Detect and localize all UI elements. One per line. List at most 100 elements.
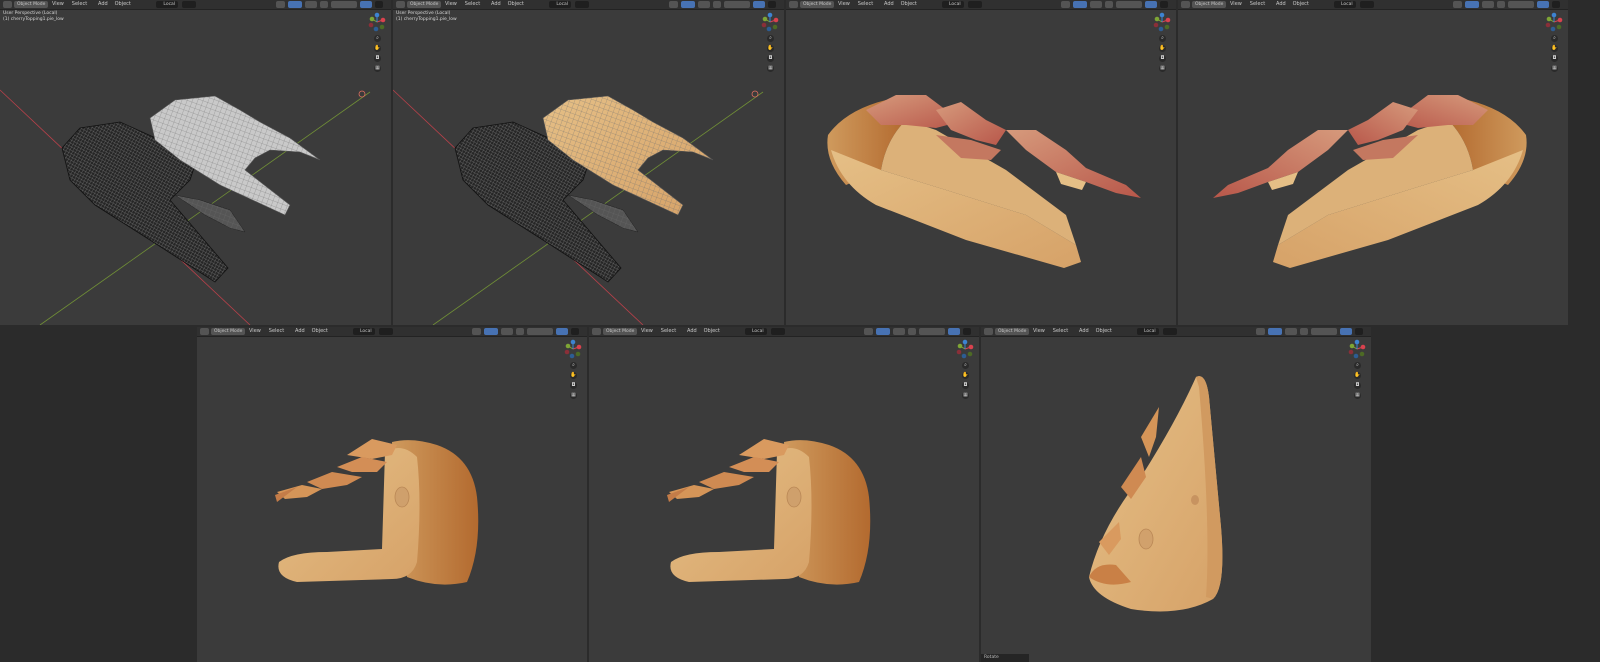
shading-options-icon[interactable] [360,1,372,8]
menu-object[interactable]: Object [1293,0,1309,9]
overlay-toggle-icon[interactable] [1285,328,1297,335]
scene-icon[interactable] [1355,328,1363,335]
menu-view[interactable]: View [1230,0,1242,9]
scene-icon[interactable] [963,328,971,335]
transform-orientation-select[interactable]: Local [942,1,964,8]
hand-pan-icon[interactable]: ✋ [1354,372,1361,379]
viewport-4[interactable]: Object Mode View Select Add Object Local ⌕ ✋ ◘ ▦ [1178,0,1568,325]
object-mode-select[interactable]: Object Mode [211,328,246,335]
editor-type-icon[interactable] [984,328,993,335]
menu-object[interactable]: Object [1096,327,1112,336]
gizmo-toggle-icon[interactable] [1073,1,1087,8]
menu-add[interactable]: Add [295,327,305,336]
menu-object[interactable]: Object [508,0,524,9]
menu-add[interactable]: Add [687,327,697,336]
grid-icon[interactable]: ▦ [1551,65,1558,72]
grid-icon[interactable]: ▦ [962,392,969,399]
transform-orientation-select[interactable]: Local [549,1,572,8]
object-mode-select[interactable]: Object Mode [603,328,638,335]
xray-toggle-icon[interactable] [516,328,524,335]
viewport-7[interactable]: Rotate Object Mode View Select Add Object Loca… [981,327,1371,662]
navigation-gizmo[interactable] [1544,12,1564,32]
navigation-gizmo[interactable] [563,339,583,359]
shading-solid-icon[interactable] [1508,1,1534,8]
editor-type-icon[interactable] [592,328,601,335]
viewport-6[interactable]: Object Mode View Select Add Object Local ⌕ ✋ ◘ ▦ [589,327,979,662]
menu-object[interactable]: Object [901,0,917,9]
shading-solid-icon[interactable] [1311,328,1337,335]
pie-slice-model[interactable] [393,0,784,325]
zoom-icon[interactable]: ⌕ [1551,35,1558,42]
operator-panel[interactable]: Rotate [981,654,1029,662]
hand-pan-icon[interactable]: ✋ [962,372,969,379]
object-mode-select[interactable]: Object Mode [800,1,835,8]
xray-toggle-icon[interactable] [713,1,721,8]
snap-toggle-icon[interactable] [771,328,785,335]
gizmo-toggle-icon[interactable] [288,1,302,8]
scene-icon[interactable] [1552,1,1560,8]
scene-icon[interactable] [571,328,579,335]
viewport-1[interactable]: Object Mode View Select Add Object Local ⌕ ✋ ◘ ▦ U… [0,0,391,325]
menu-select[interactable]: Select [661,327,676,336]
overlay-toggle-icon[interactable] [501,328,513,335]
snap-toggle-icon[interactable] [968,1,982,8]
gizmo-toggle-icon[interactable] [681,1,695,8]
pie-slice-model[interactable] [197,327,587,662]
menu-object[interactable]: Object [312,327,328,336]
editor-type-icon[interactable] [789,1,798,8]
menu-select[interactable]: Select [72,0,87,9]
menu-view[interactable]: View [838,0,850,9]
navigation-gizmo[interactable] [955,339,975,359]
hand-pan-icon[interactable]: ✋ [1159,45,1166,52]
menu-view[interactable]: View [641,327,653,336]
shading-options-icon[interactable] [753,1,765,8]
zoom-icon[interactable]: ⌕ [570,362,577,369]
gizmo-toggle-icon[interactable] [876,328,890,335]
visibility-icon[interactable] [276,1,285,8]
menu-select[interactable]: Select [269,327,284,336]
camera-icon[interactable]: ◘ [570,382,577,389]
xray-toggle-icon[interactable] [1105,1,1113,8]
overlay-toggle-icon[interactable] [1482,1,1494,8]
menu-add[interactable]: Add [1276,0,1286,9]
snap-toggle-icon[interactable] [379,328,393,335]
camera-icon[interactable]: ◘ [1159,55,1166,62]
menu-view[interactable]: View [249,327,261,336]
grid-icon[interactable]: ▦ [1159,65,1166,72]
zoom-icon[interactable]: ⌕ [1159,35,1166,42]
scene-icon[interactable] [375,1,383,8]
navigation-gizmo[interactable] [1347,339,1367,359]
visibility-icon[interactable] [669,1,678,8]
object-mode-select[interactable]: Object Mode [1192,1,1227,8]
hand-pan-icon[interactable]: ✋ [570,372,577,379]
overlay-toggle-icon[interactable] [893,328,905,335]
zoom-icon[interactable]: ⌕ [1354,362,1361,369]
grid-icon[interactable]: ▦ [1354,392,1361,399]
camera-icon[interactable]: ◘ [962,382,969,389]
navigation-gizmo[interactable] [367,12,387,32]
visibility-icon[interactable] [472,328,481,335]
pie-slice-model[interactable] [589,327,979,662]
navigation-gizmo[interactable] [760,12,780,32]
menu-select[interactable]: Select [858,0,873,9]
viewport-5[interactable]: Object Mode View Select Add Object Local ⌕ ✋ ◘ ▦ [197,327,587,662]
object-mode-select[interactable]: Object Mode [995,328,1030,335]
camera-icon[interactable]: ◘ [767,55,774,62]
camera-icon[interactable]: ◘ [374,55,381,62]
menu-object[interactable]: Object [115,0,131,9]
xray-toggle-icon[interactable] [1497,1,1505,8]
grid-icon[interactable]: ▦ [570,392,577,399]
menu-select[interactable]: Select [1250,0,1265,9]
shading-options-icon[interactable] [1537,1,1549,8]
shading-solid-icon[interactable] [724,1,750,8]
menu-view[interactable]: View [52,0,64,9]
grid-icon[interactable]: ▦ [374,65,381,72]
shading-solid-icon[interactable] [1116,1,1142,8]
transform-orientation-select[interactable]: Local [156,1,179,8]
scene-icon[interactable] [1160,1,1168,8]
viewport-3[interactable]: Object Mode View Select Add Object Local ⌕ ✋ ◘ ▦ [786,0,1176,325]
hand-pan-icon[interactable]: ✋ [374,45,381,52]
transform-orientation-select[interactable]: Local [353,328,375,335]
menu-add[interactable]: Add [1079,327,1089,336]
editor-type-icon[interactable] [1181,1,1190,8]
